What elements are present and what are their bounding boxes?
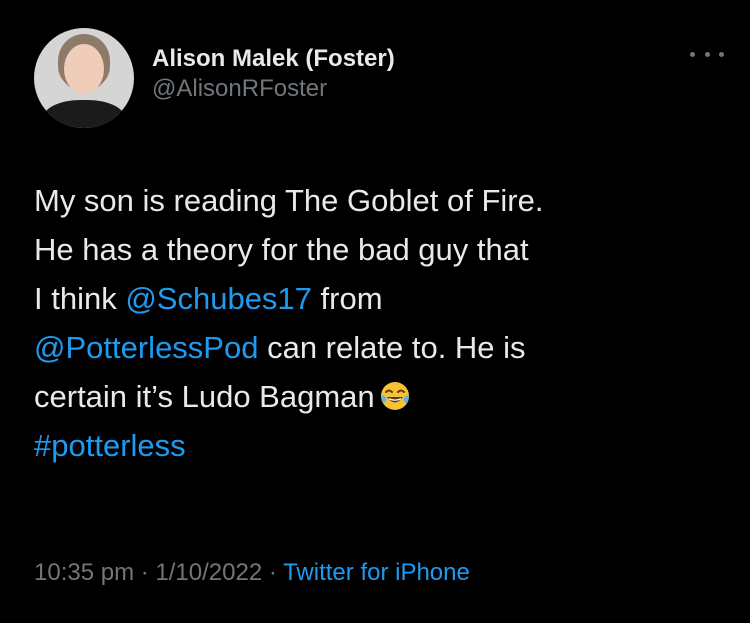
more-dot: [704, 51, 710, 57]
user-handle[interactable]: @AlisonRFoster: [152, 74, 395, 104]
author-info[interactable]: Alison Malek (Foster) @AlisonRFoster: [152, 44, 395, 104]
tweet-time[interactable]: 10:35 pm: [34, 559, 134, 586]
mention-link-potterlesspod[interactable]: @PotterlessPod: [34, 330, 258, 365]
avatar[interactable]: [34, 28, 134, 128]
tweet-meta: 10:35 pm · 1/10/2022 · Twitter for iPhon…: [34, 558, 734, 588]
tweet-text: My son is reading The Goblet of Fire. He…: [34, 176, 724, 470]
meta-separator: ·: [262, 559, 284, 586]
mention-link-schubes17[interactable]: @Schubes17: [125, 281, 312, 316]
tweet-line-4-suffix: can relate to. He is: [258, 330, 526, 365]
tweet-line-2: He has a theory for the bad guy that: [34, 232, 529, 267]
tweet-source-link[interactable]: Twitter for iPhone: [283, 559, 470, 586]
more-dot: [719, 51, 724, 57]
display-name[interactable]: Alison Malek (Foster): [152, 44, 395, 74]
more-horizontal-icon[interactable]: [690, 48, 724, 60]
face-with-tears-of-joy-emoji: [379, 377, 411, 410]
tweet-line-1: My son is reading The Goblet of Fire.: [34, 183, 544, 218]
meta-separator: ·: [134, 559, 156, 586]
avatar-face: [64, 44, 104, 94]
tweet-date[interactable]: 1/10/2022: [155, 559, 262, 586]
tweet-line-3-suffix: from: [311, 281, 383, 316]
tweet-header: Alison Malek (Foster) @AlisonRFoster: [34, 28, 724, 128]
hashtag-link-potterless[interactable]: #potterless: [34, 428, 186, 463]
tweet-line-3-prefix: I think: [34, 281, 126, 316]
tweet-line-5: certain it’s Ludo Bagman: [34, 379, 375, 414]
avatar-shoulders: [42, 100, 126, 128]
more-dot: [690, 51, 695, 57]
